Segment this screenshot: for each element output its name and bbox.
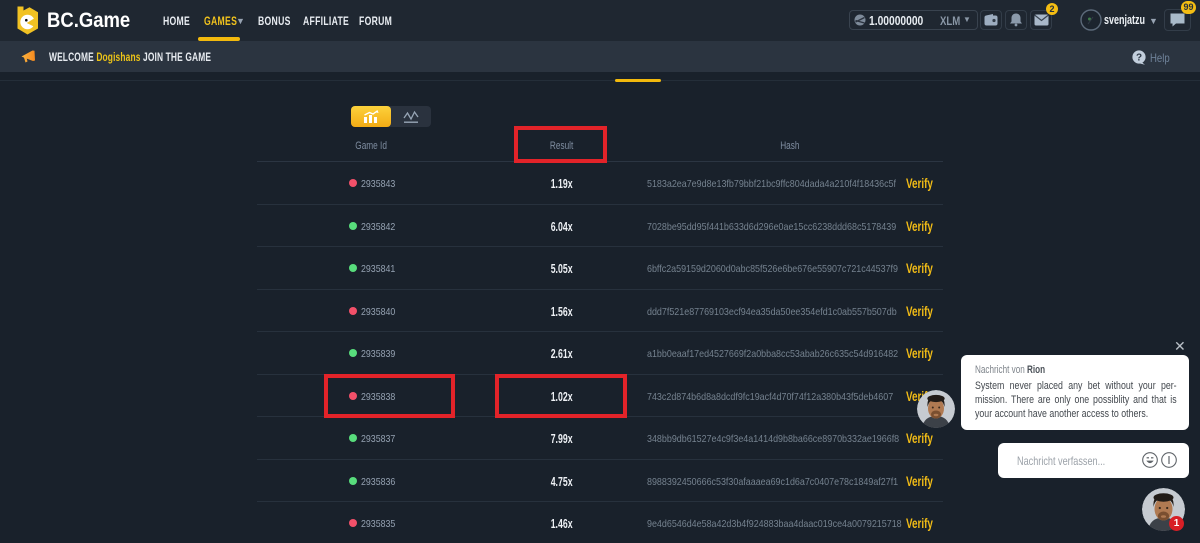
svg-text:?: ? — [1136, 53, 1142, 64]
